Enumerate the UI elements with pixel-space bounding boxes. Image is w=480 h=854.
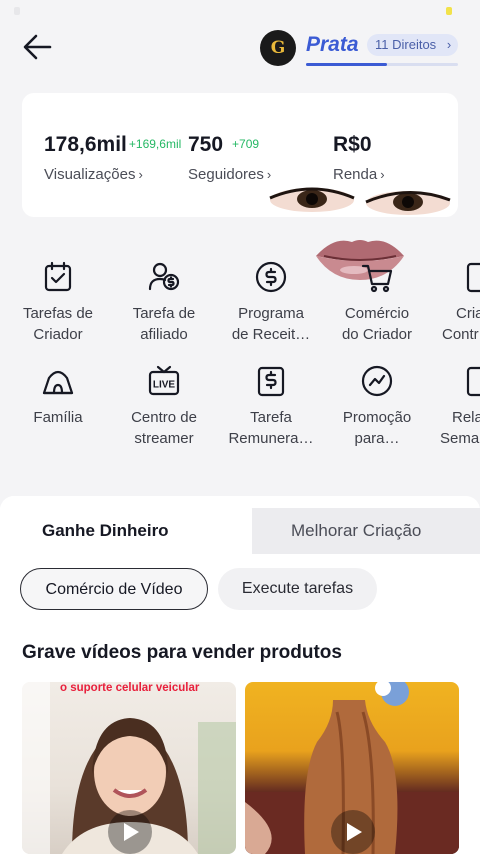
stat-followers[interactable]: 750 +709 Seguidores › [188, 133, 271, 183]
tool-label: Família [33, 409, 83, 426]
tent-icon [42, 370, 74, 395]
tools-grid: Tarefas de Criador Tarefa de afiliado Prog… [0, 256, 480, 456]
stat-label: Seguidores [188, 166, 264, 183]
tool-label: Centro de streamer [131, 409, 197, 447]
chip-execute-tarefas[interactable]: Execute tarefas [218, 568, 377, 610]
dollar-coin-icon [255, 261, 287, 293]
status-indicator [14, 7, 20, 15]
stat-income[interactable]: R$0 Renda › [333, 133, 385, 183]
rights-label: 11 Direitos [375, 37, 437, 52]
calendar-check-icon [44, 261, 72, 292]
section-title: Grave vídeos para vender produtos [22, 642, 342, 663]
tool-tarefa-de-afiliado[interactable]: Tarefa de afiliado [114, 260, 214, 345]
level-progress-bar [306, 63, 458, 66]
battery-icon [446, 7, 452, 15]
tool-comercio-do-criador[interactable]: Comércio do Criador [327, 260, 427, 345]
report-icon [466, 366, 480, 397]
tool-label: Tarefa Remunera… [228, 409, 314, 447]
stat-label: Renda [333, 166, 378, 183]
tool-label: Tarefas de Criador [22, 305, 94, 343]
stat-value: 750 [188, 133, 224, 156]
tool-label: Cria Contr [442, 305, 480, 343]
tool-relatorio-semanal[interactable]: Rela Sema [434, 364, 480, 449]
arrow-left-icon [23, 34, 52, 60]
video-thumbnail-2[interactable] [245, 682, 459, 854]
chip-comercio-de-video[interactable]: Comércio de Vídeo [20, 568, 208, 610]
tool-label: Rela Sema [440, 409, 480, 447]
tool-label: Promoção para… [342, 409, 412, 447]
stat-value: 178,6mil [44, 133, 127, 156]
dollar-document-icon [257, 366, 285, 397]
rights-button[interactable]: 11 Direitos › [367, 34, 459, 56]
video-thumbnail-1[interactable]: o suporte celular veicular [22, 682, 236, 854]
tool-tarefas-de-criador[interactable]: Tarefas de Criador [8, 260, 108, 345]
level-progress-fill [306, 63, 387, 66]
people-dollar-icon [148, 262, 180, 291]
level-badge[interactable]: G [260, 30, 296, 66]
tool-programa-de-receita[interactable]: Programa de Receit… [221, 260, 321, 345]
tab-melhorar-criacao-label[interactable]: Melhorar Criação [291, 521, 421, 541]
back-button[interactable] [20, 30, 60, 66]
tool-criador-contrato[interactable]: Cria Contr [434, 260, 480, 345]
stat-delta: +169,6mil [128, 137, 182, 151]
tab-ganhe-dinheiro-label[interactable]: Ganhe Dinheiro [42, 521, 169, 541]
video-caption: o suporte celular veicular [60, 682, 200, 694]
chevron-right-icon: › [138, 167, 143, 182]
stat-delta: +709 [232, 137, 260, 151]
play-icon[interactable] [108, 810, 152, 854]
document-icon [466, 262, 480, 293]
tool-tarefa-remunerada[interactable]: Tarefa Remunera… [221, 364, 321, 449]
stat-label: Visualizações [44, 166, 136, 183]
tool-promocao-para[interactable]: Promoção para… [327, 364, 427, 449]
chevron-right-icon: › [266, 167, 272, 182]
level-badge-letter: G [270, 38, 286, 58]
tool-label: Programa de Receit… [231, 305, 311, 343]
trend-icon [361, 365, 393, 397]
eyes-sticker [269, 187, 451, 215]
status-bar [0, 0, 480, 22]
stat-value: R$0 [333, 133, 372, 156]
tool-familia[interactable]: Família [8, 364, 108, 428]
tool-label: Tarefa de afiliado [132, 305, 196, 343]
header: G Prata 11 Direitos › [0, 22, 480, 82]
stat-views[interactable]: 178,6mil +169,6mil Visualizações › [44, 133, 181, 183]
chevron-right-icon: › [380, 167, 385, 182]
live-tv-icon: LIVE [148, 365, 180, 396]
tool-centro-de-streamer[interactable]: LIVE Centro de streamer [114, 364, 214, 449]
svg-text:LIVE: LIVE [153, 380, 176, 391]
shopping-cart-icon [361, 264, 393, 293]
tool-label: Comércio do Criador [341, 305, 413, 343]
play-icon[interactable] [331, 810, 375, 854]
chevron-right-icon: › [446, 37, 452, 52]
level-name: Prata [306, 33, 359, 56]
